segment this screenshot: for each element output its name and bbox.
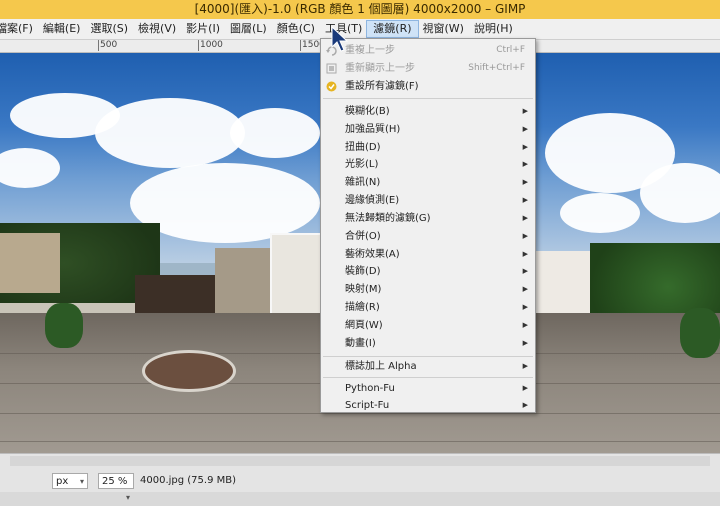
submenu-arrow-icon: ▶	[522, 178, 528, 186]
shortcut-label: Ctrl+F	[496, 45, 525, 55]
chevron-down-icon: ▾	[79, 477, 84, 486]
submenu-arrow-icon: ▶	[522, 250, 528, 258]
statusbar: px ▾ 25 % ▾ 4000.jpg (75.9 MB)	[0, 453, 720, 502]
menu-item-label: 邊緣偵測(E)	[345, 195, 400, 206]
menu-item-label: 重設所有濾鏡(F)	[345, 81, 419, 92]
menu-item-artistic[interactable]: 藝術效果(A) ▶	[321, 246, 535, 263]
cloud	[95, 98, 245, 168]
menu-item-label: 重複上一步	[345, 45, 395, 56]
mouse-pointer-icon	[331, 26, 349, 52]
window-title: [4000](匯入)-1.0 (RGB 顏色 1 個圖層) 4000x2000 …	[0, 0, 720, 19]
menu-colors[interactable]: 顏色(C)	[271, 20, 321, 38]
menu-item-render[interactable]: 描繪(R) ▶	[321, 299, 535, 316]
menu-item-label: 加強品質(H)	[345, 124, 401, 135]
menu-item-light-shadow[interactable]: 光影(L) ▶	[321, 156, 535, 173]
menu-image[interactable]: 影片(I)	[180, 20, 226, 38]
menu-item-repeat-last[interactable]: 重複上一步 Ctrl+F	[321, 42, 535, 59]
submenu-arrow-icon: ▶	[522, 303, 528, 311]
shortcut-label: Shift+Ctrl+F	[468, 63, 525, 73]
zoom-value: 25 %	[102, 476, 128, 487]
menu-item-label: 網頁(W)	[345, 320, 383, 331]
menu-item-label: 標誌加上 Alpha	[345, 361, 417, 372]
potted-plant	[680, 308, 720, 358]
menu-separator	[323, 98, 533, 99]
menu-item-label: 模糊化(B)	[345, 106, 390, 117]
cloud	[560, 193, 640, 233]
submenu-arrow-icon: ▶	[522, 362, 528, 370]
menu-item-generic[interactable]: 無法歸類的濾鏡(G) ▶	[321, 210, 535, 227]
deck-plank	[0, 441, 720, 442]
submenu-arrow-icon: ▶	[522, 285, 528, 293]
menu-separator	[323, 356, 533, 357]
menu-item-label: Python-Fu	[345, 383, 395, 394]
zoom-select[interactable]: 25 % ▾	[98, 473, 134, 502]
menu-item-alpha-to-logo[interactable]: 標誌加上 Alpha ▶	[321, 358, 535, 375]
submenu-arrow-icon: ▶	[522, 143, 528, 151]
menu-select[interactable]: 選取(S)	[84, 20, 134, 38]
submenu-arrow-icon: ▶	[522, 401, 528, 409]
menu-item-label: 映射(M)	[345, 284, 382, 295]
menu-separator	[323, 377, 533, 378]
submenu-arrow-icon: ▶	[522, 196, 528, 204]
menu-windows[interactable]: 視窗(W)	[417, 20, 470, 38]
submenu-arrow-icon: ▶	[522, 125, 528, 133]
reshow-icon	[326, 63, 337, 74]
submenu-arrow-icon: ▶	[522, 107, 528, 115]
submenu-arrow-icon: ▶	[522, 214, 528, 222]
cloud	[230, 108, 320, 158]
menu-item-label: 藝術效果(A)	[345, 249, 400, 260]
ruler-tick: 1000	[198, 40, 223, 51]
menu-item-label: 重新顯示上一步	[345, 63, 415, 74]
menu-item-web[interactable]: 網頁(W) ▶	[321, 317, 535, 334]
horizontal-scrollbar[interactable]	[10, 456, 710, 466]
menu-item-decor[interactable]: 裝飾(D) ▶	[321, 263, 535, 280]
menu-item-edge-detect[interactable]: 邊緣偵測(E) ▶	[321, 192, 535, 209]
menu-item-noise[interactable]: 雜訊(N) ▶	[321, 174, 535, 191]
submenu-arrow-icon: ▶	[522, 160, 528, 168]
menu-item-label: 動畫(I)	[345, 338, 376, 349]
submenu-arrow-icon: ▶	[522, 339, 528, 347]
chevron-down-icon: ▾	[125, 493, 130, 502]
menu-item-distorts[interactable]: 扭曲(D) ▶	[321, 139, 535, 156]
menu-item-label: 光影(L)	[345, 159, 379, 170]
patio-table	[142, 350, 236, 392]
menu-layer[interactable]: 圖層(L)	[224, 20, 273, 38]
menu-item-label: Script-Fu	[345, 400, 390, 411]
menu-item-enhance[interactable]: 加強品質(H) ▶	[321, 121, 535, 138]
menu-item-label: 描繪(R)	[345, 302, 380, 313]
menu-file[interactable]: 檔案(F)	[0, 20, 39, 38]
filters-menu: 重複上一步 Ctrl+F 重新顯示上一步 Shift+Ctrl+F 重設所有濾鏡…	[320, 38, 536, 413]
house	[0, 233, 60, 293]
menu-item-label: 合併(O)	[345, 231, 381, 242]
submenu-arrow-icon: ▶	[522, 384, 528, 392]
reset-icon	[326, 81, 337, 92]
file-info: 4000.jpg (75.9 MB)	[140, 475, 237, 486]
submenu-arrow-icon: ▶	[522, 321, 528, 329]
submenu-arrow-icon: ▶	[522, 232, 528, 240]
unit-select[interactable]: px ▾	[52, 473, 88, 489]
menu-item-animation[interactable]: 動畫(I) ▶	[321, 335, 535, 352]
menu-edit[interactable]: 編輯(E)	[37, 20, 87, 38]
submenu-arrow-icon: ▶	[522, 267, 528, 275]
ruler-tick: 500	[97, 40, 118, 51]
menu-item-label: 扭曲(D)	[345, 142, 381, 153]
unit-value: px	[56, 476, 69, 487]
menu-filters[interactable]: 濾鏡(R)	[366, 20, 419, 38]
menu-item-reset-all-filters[interactable]: 重設所有濾鏡(F)	[321, 78, 535, 95]
menu-item-script-fu[interactable]: Script-Fu ▶	[321, 397, 535, 414]
menu-help[interactable]: 說明(H)	[468, 20, 519, 38]
menu-item-blur[interactable]: 模糊化(B) ▶	[321, 103, 535, 120]
menu-item-python-fu[interactable]: Python-Fu ▶	[321, 380, 535, 397]
menu-item-combine[interactable]: 合併(O) ▶	[321, 228, 535, 245]
menu-view[interactable]: 檢視(V)	[132, 20, 182, 38]
potted-plant	[45, 303, 83, 348]
menu-item-label: 裝飾(D)	[345, 266, 381, 277]
menu-item-label: 雜訊(N)	[345, 177, 381, 188]
menubar: 檔案(F) 編輯(E) 選取(S) 檢視(V) 影片(I) 圖層(L) 顏色(C…	[0, 19, 720, 40]
menu-item-map[interactable]: 映射(M) ▶	[321, 281, 535, 298]
menu-item-reshow-last[interactable]: 重新顯示上一步 Shift+Ctrl+F	[321, 60, 535, 77]
cloud	[640, 163, 720, 223]
menu-item-label: 無法歸類的濾鏡(G)	[345, 213, 431, 224]
